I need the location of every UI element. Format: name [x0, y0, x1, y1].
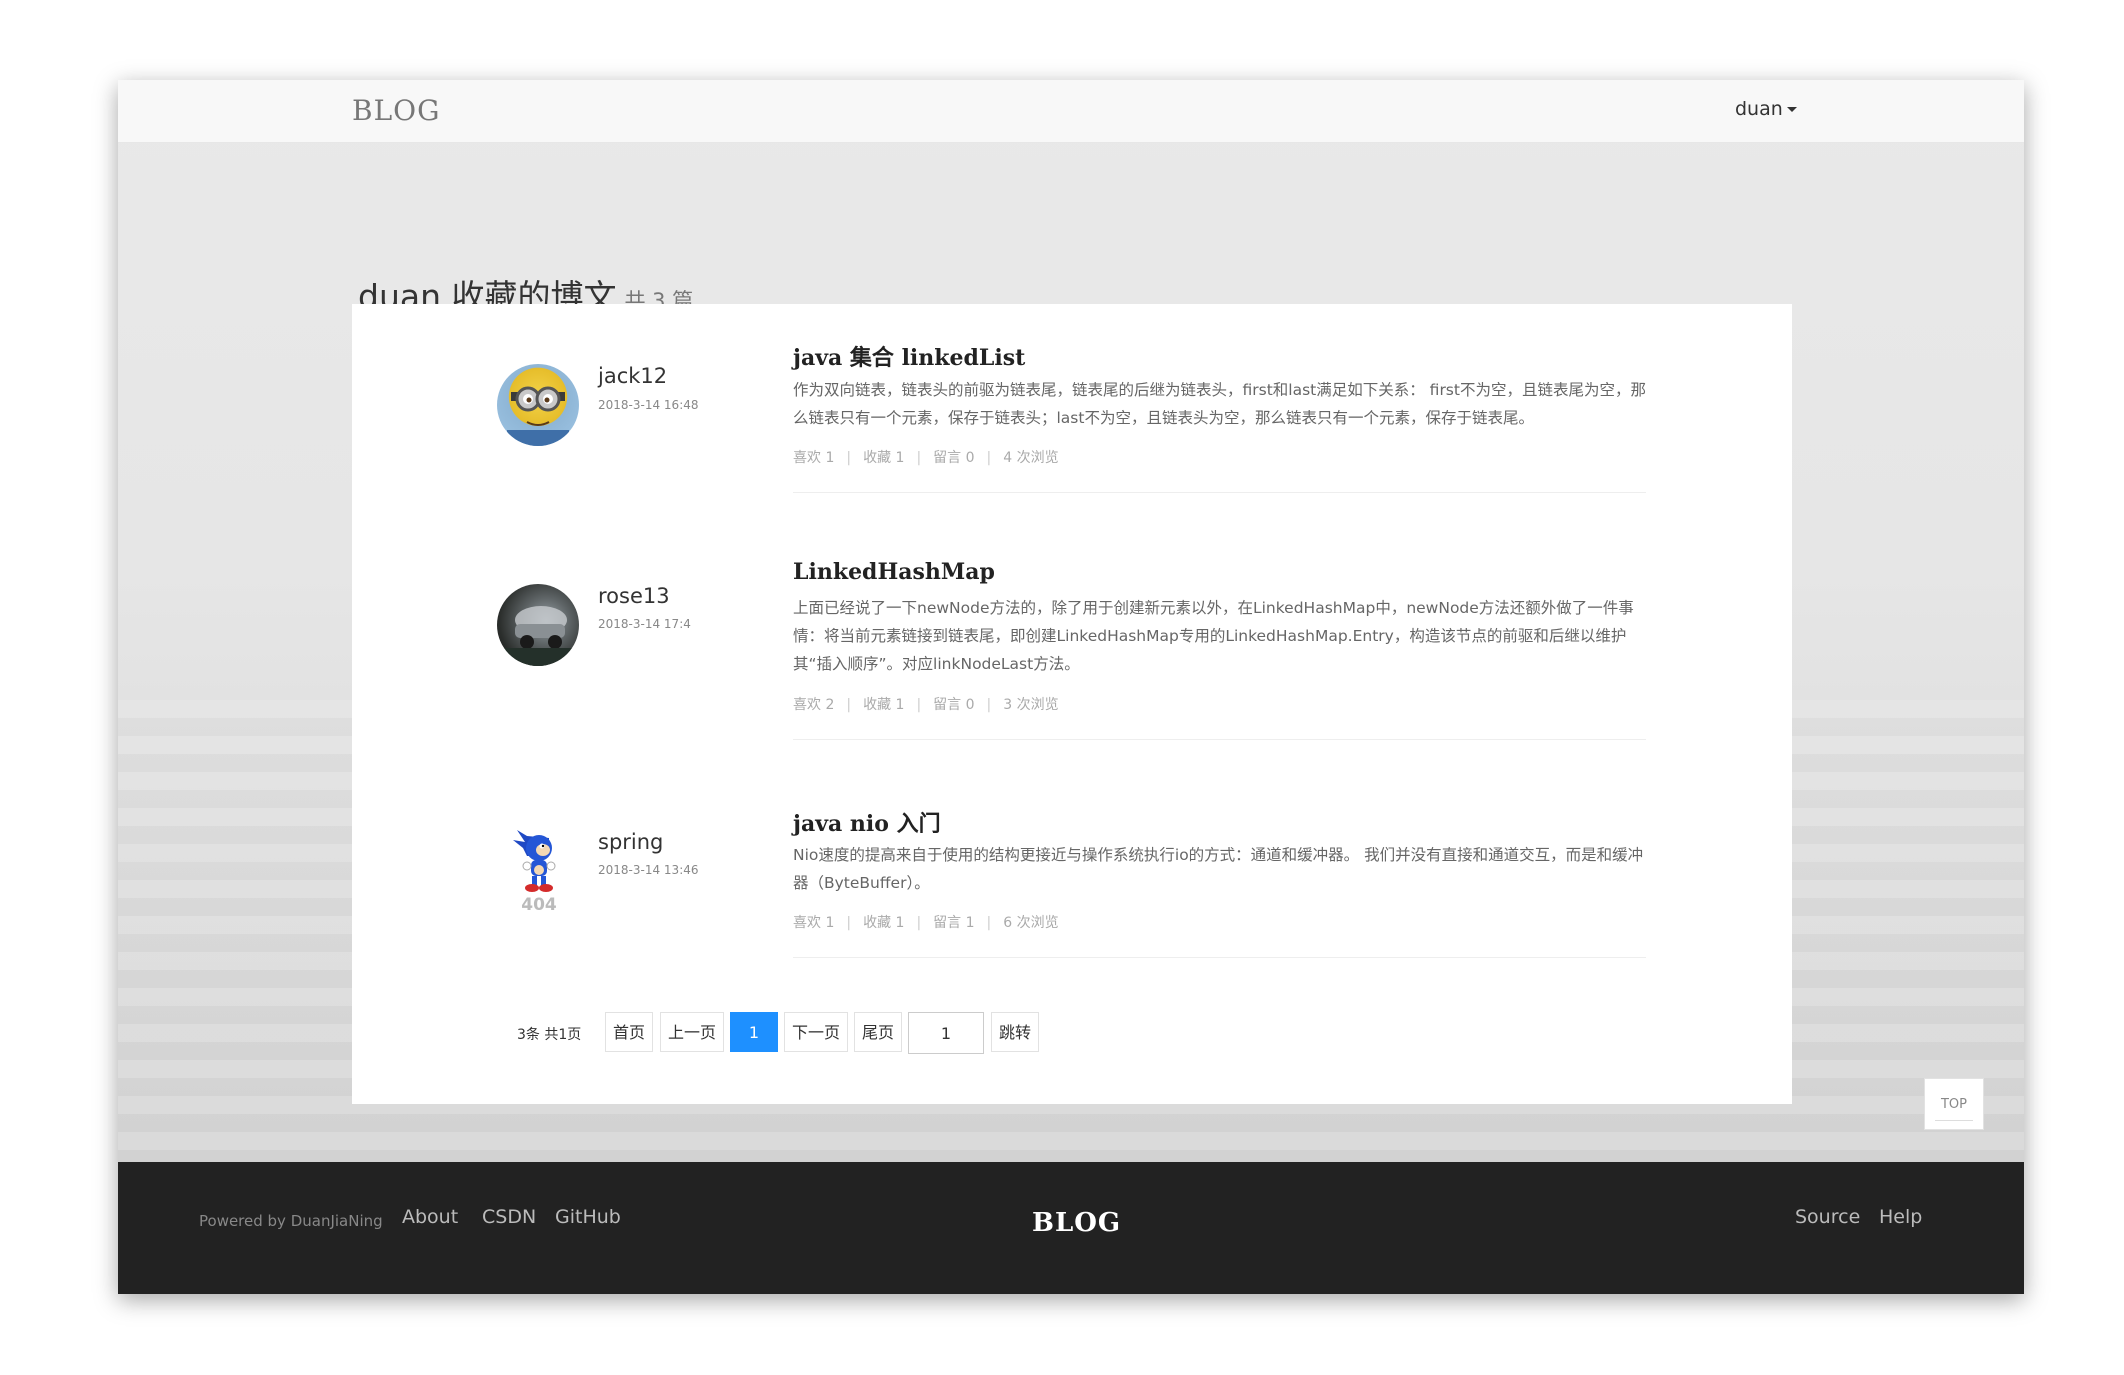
- post-date: 2018-3-14 17:4: [598, 617, 691, 631]
- meta-separator: |: [986, 450, 992, 466]
- likes-count: 喜欢 1: [793, 915, 835, 931]
- footer: Powered by DuanJiaNing About CSDN GitHub…: [118, 1162, 2024, 1294]
- post-date: 2018-3-14 13:46: [598, 863, 699, 877]
- caret-down-icon: [1786, 107, 1797, 112]
- post-divider: [793, 492, 1646, 493]
- browser-window: BLOG duan duan 收藏的博文共 3 篇 jack12 2018-3-…: [118, 80, 2024, 1294]
- post-excerpt: 作为双向链表，链表头的前驱为链表尾，链表尾的后继为链表头，first和last满…: [793, 381, 1646, 427]
- user-dropdown[interactable]: duan: [1735, 98, 1797, 120]
- powered-by-text: Powered by DuanJiaNing: [199, 1212, 383, 1230]
- prev-page-button[interactable]: 上一页: [660, 1012, 724, 1052]
- brand-logo[interactable]: BLOG: [352, 94, 441, 127]
- top-navbar: BLOG duan: [118, 80, 2024, 143]
- comments-count: 留言 1: [933, 915, 975, 931]
- post-divider: [793, 957, 1646, 958]
- favorites-count: 收藏 1: [863, 450, 905, 466]
- footer-link-github[interactable]: GitHub: [555, 1206, 621, 1228]
- author-name[interactable]: rose13: [598, 584, 670, 608]
- sonic-404-avatar-icon[interactable]: 404: [497, 826, 579, 916]
- post-title-link[interactable]: java nio 入门: [793, 806, 941, 838]
- favorites-card: jack12 2018-3-14 16:48 java 集合 linkedLis…: [352, 304, 1792, 1104]
- post-date: 2018-3-14 16:48: [598, 398, 699, 412]
- meta-separator: |: [916, 915, 922, 931]
- footer-link-csdn[interactable]: CSDN: [482, 1206, 536, 1228]
- next-page-button[interactable]: 下一页: [784, 1012, 848, 1052]
- page-1-button[interactable]: 1: [730, 1012, 778, 1052]
- favorites-count: 收藏 1: [863, 915, 905, 931]
- likes-count: 喜欢 2: [793, 697, 835, 713]
- meta-separator: |: [986, 697, 992, 713]
- post-title-link[interactable]: LinkedHashMap: [793, 559, 995, 585]
- post-excerpt: Nio速度的提高来自于使用的结构更接近与操作系统执行io的方式：通道和缓冲器。 …: [793, 846, 1644, 892]
- meta-separator: |: [846, 697, 852, 713]
- user-name: duan: [1735, 98, 1783, 120]
- post-title-link[interactable]: java 集合 linkedList: [793, 340, 1025, 372]
- post-stats: 喜欢 1 | 收藏 1 | 留言 0 | 4 次浏览: [793, 447, 1059, 467]
- views-count: 6 次浏览: [1003, 915, 1059, 931]
- footer-link-source[interactable]: Source: [1795, 1206, 1860, 1228]
- favorites-count: 收藏 1: [863, 697, 905, 713]
- jump-button[interactable]: 跳转: [991, 1012, 1039, 1052]
- last-page-button[interactable]: 尾页: [854, 1012, 902, 1052]
- footer-link-help[interactable]: Help: [1879, 1206, 1922, 1228]
- comments-count: 留言 0: [933, 450, 975, 466]
- meta-separator: |: [846, 450, 852, 466]
- meta-separator: |: [846, 915, 852, 931]
- page-info: 3条 共1页: [517, 1027, 582, 1043]
- avatar-404-text: 404: [521, 895, 557, 915]
- views-count: 4 次浏览: [1003, 450, 1059, 466]
- author-name[interactable]: spring: [598, 830, 663, 854]
- post-excerpt: 上面已经说了一下newNode方法的，除了用于创建新元素以外，在LinkedHa…: [793, 599, 1634, 673]
- likes-count: 喜欢 1: [793, 450, 835, 466]
- post-stats: 喜欢 2 | 收藏 1 | 留言 0 | 3 次浏览: [793, 694, 1059, 714]
- meta-separator: |: [986, 915, 992, 931]
- views-count: 3 次浏览: [1003, 697, 1059, 713]
- first-page-button[interactable]: 首页: [605, 1012, 653, 1052]
- page-jump-input[interactable]: [908, 1012, 984, 1054]
- post-divider: [793, 739, 1646, 740]
- meta-separator: |: [916, 450, 922, 466]
- footer-brand: BLOG: [1032, 1208, 1122, 1238]
- meta-separator: |: [916, 697, 922, 713]
- author-name[interactable]: jack12: [598, 364, 667, 388]
- minion-avatar-icon[interactable]: [497, 364, 579, 446]
- post-stats: 喜欢 1 | 收藏 1 | 留言 1 | 6 次浏览: [793, 912, 1059, 932]
- car-photo-avatar-icon[interactable]: [497, 584, 579, 666]
- comments-count: 留言 0: [933, 697, 975, 713]
- footer-link-about[interactable]: About: [402, 1206, 458, 1228]
- back-to-top-button[interactable]: TOP: [1924, 1078, 1984, 1130]
